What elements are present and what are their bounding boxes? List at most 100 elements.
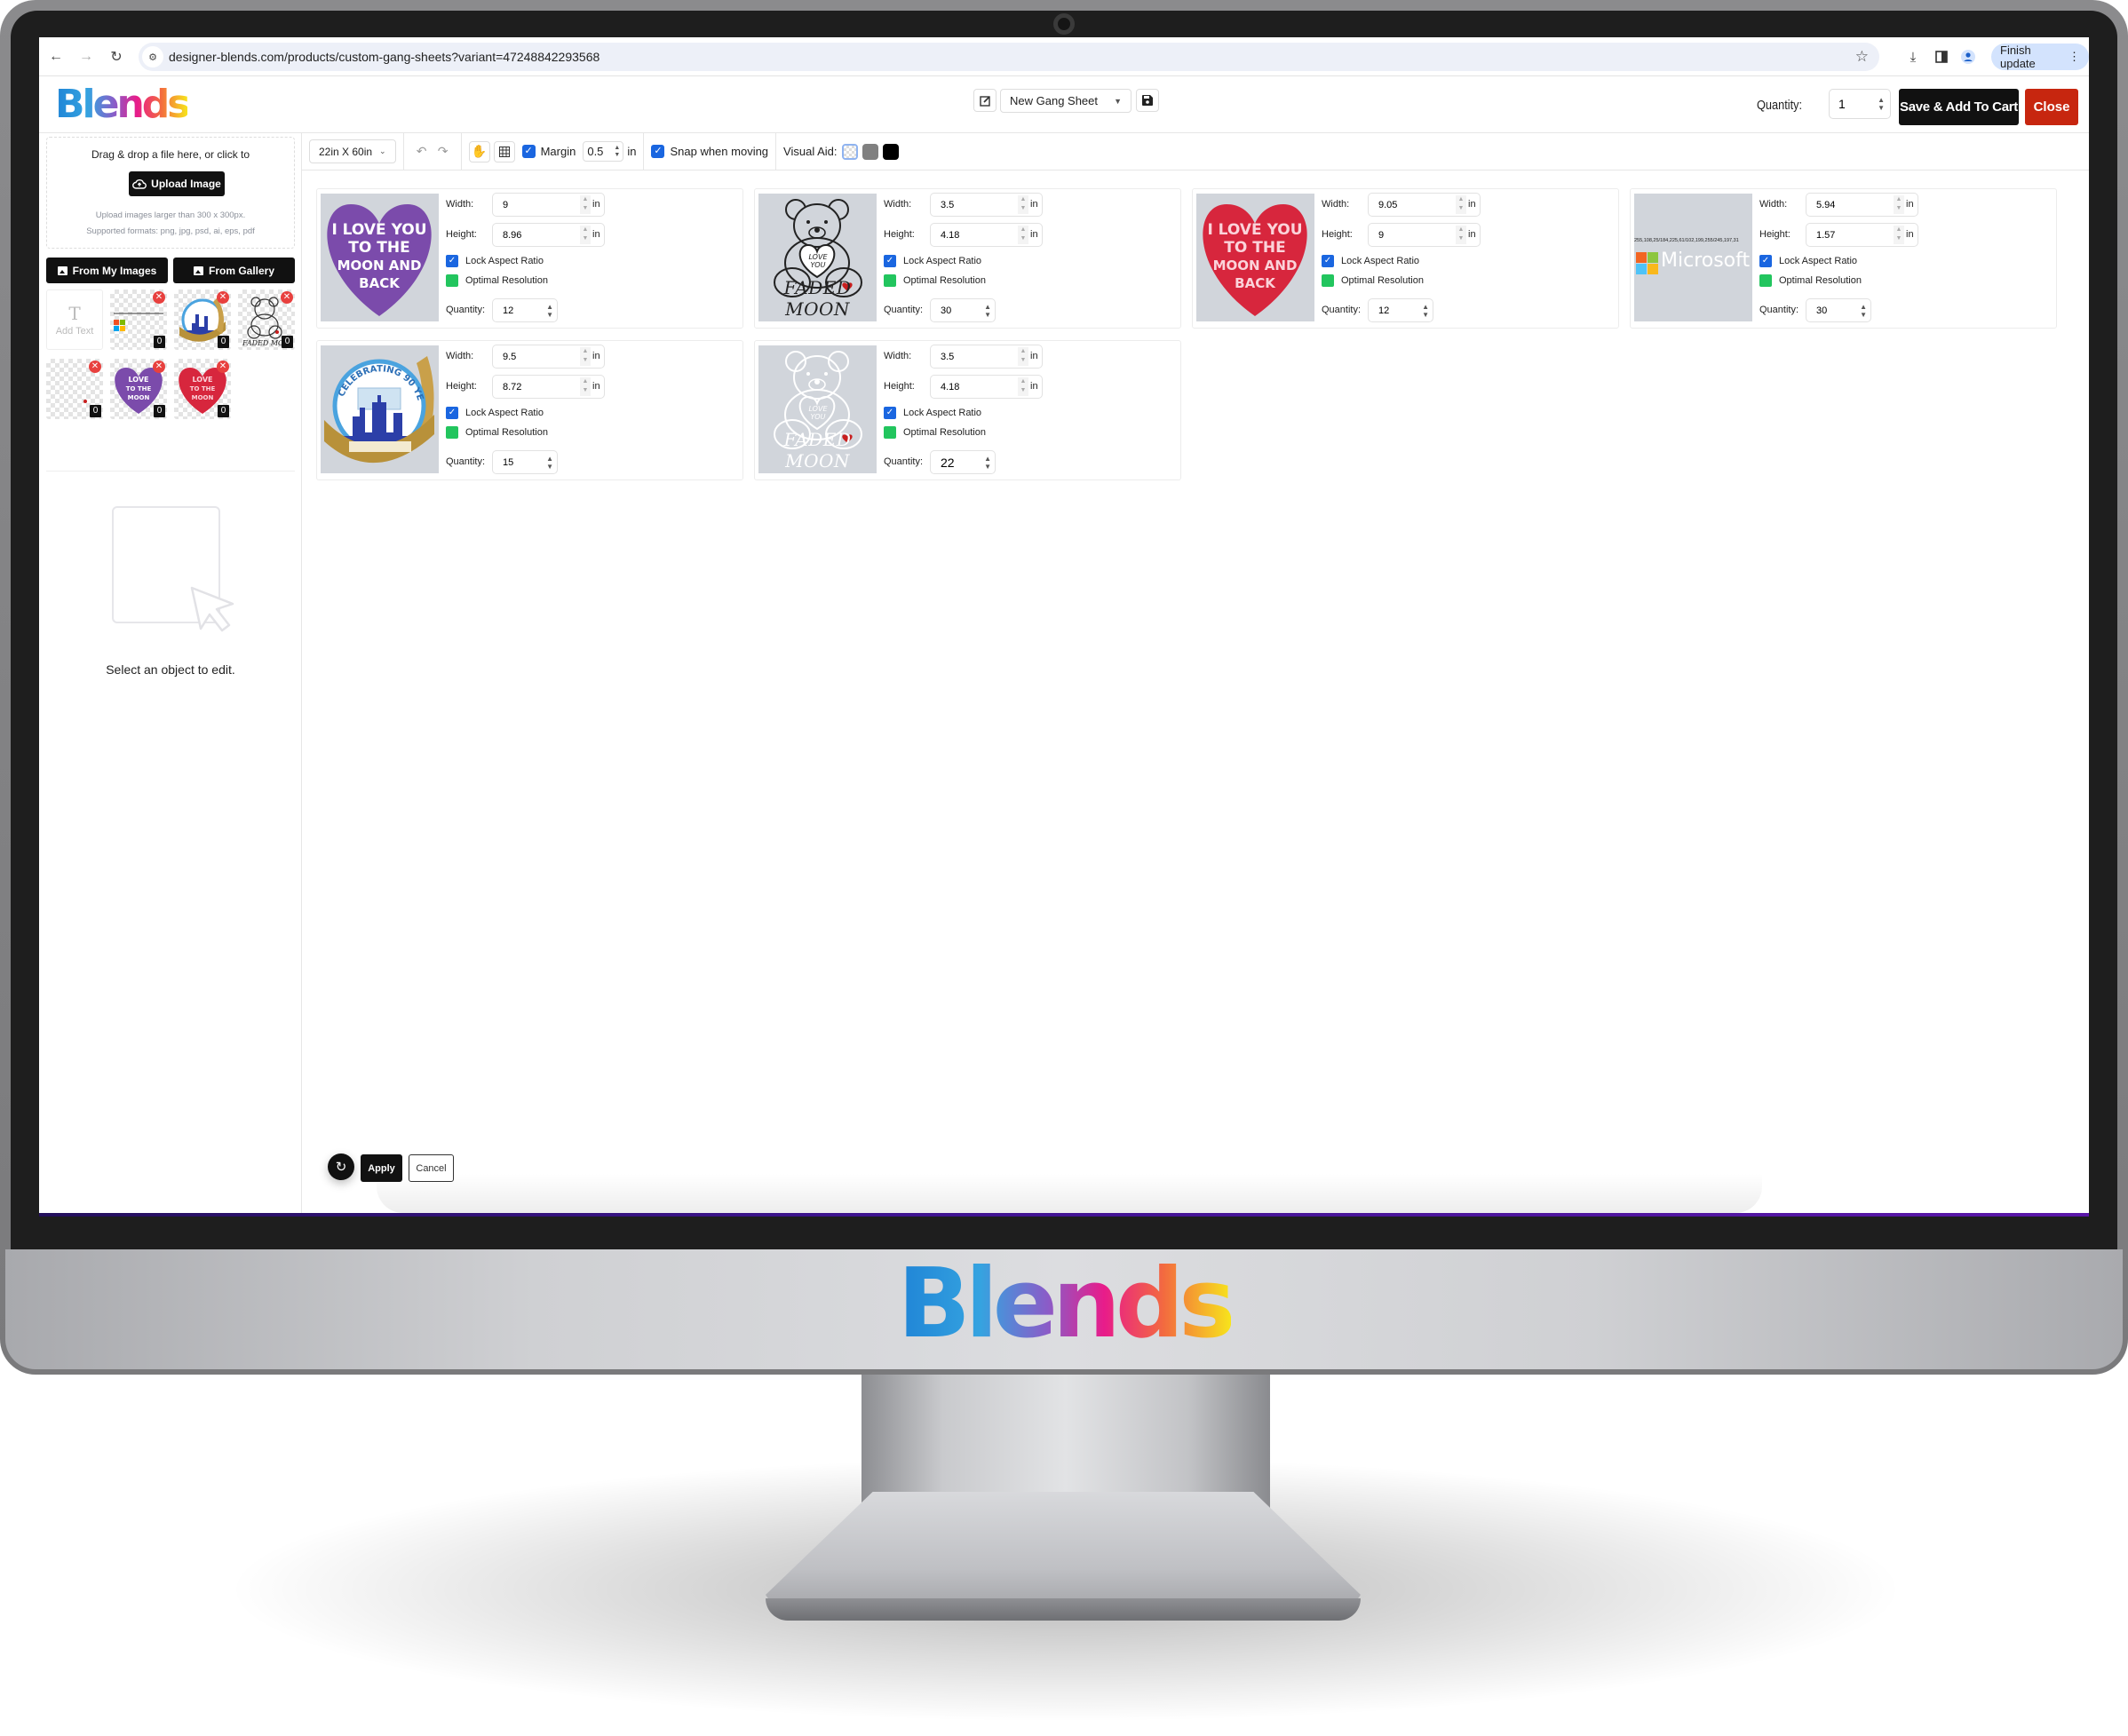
- quantity-stepper[interactable]: ▲ ▼: [1860, 303, 1867, 319]
- finish-update-button[interactable]: Finish update ⋮: [1991, 44, 2089, 70]
- quantity-stepper[interactable]: ▲ ▼: [546, 455, 553, 471]
- save-sheet-button[interactable]: [1136, 89, 1159, 112]
- lock-aspect-ratio-checkbox[interactable]: ✓ Lock Aspect Ratio: [884, 407, 981, 419]
- snap-checkbox[interactable]: ✓: [651, 145, 665, 158]
- width-input[interactable]: 9 ▲ ▼: [492, 193, 605, 217]
- width-stepper[interactable]: ▲ ▼: [1894, 195, 1904, 214]
- delete-image-icon[interactable]: ✕: [153, 291, 165, 304]
- reload-button[interactable]: ↻: [103, 44, 130, 70]
- image-preview[interactable]: LOVE YOU FADED MOON: [758, 345, 877, 473]
- thumbnail-love-you-heart-purple[interactable]: LOVE TO THE MOON ✕ 0: [110, 359, 167, 419]
- thumbnail-faded-moon-bear-white[interactable]: ✕ 0: [46, 359, 103, 419]
- url-text[interactable]: designer-blends.com/products/custom-gang…: [169, 50, 599, 64]
- delete-image-icon[interactable]: ✕: [281, 291, 293, 304]
- profile-avatar-icon[interactable]: [1957, 46, 1979, 67]
- width-input[interactable]: 9.05 ▲ ▼: [1368, 193, 1481, 217]
- address-bar[interactable]: ⚙ designer-blends.com/products/custom-ga…: [139, 43, 1879, 71]
- quantity-input[interactable]: 22 ▲ ▼: [930, 450, 996, 474]
- quantity-input[interactable]: 30 ▲ ▼: [1806, 298, 1871, 322]
- redo-button[interactable]: ↷: [433, 141, 454, 163]
- heart-line-4: BACK: [359, 275, 401, 291]
- sheet-quantity-input[interactable]: 1 ▲ ▼: [1829, 89, 1891, 119]
- close-button[interactable]: Close: [2025, 89, 2078, 125]
- image-preview[interactable]: LOVE YOU FADED MOON: [758, 194, 877, 321]
- download-icon[interactable]: ⤓: [1902, 46, 1924, 67]
- margin-input[interactable]: 0.5 ▲ ▼: [583, 141, 624, 162]
- add-text-button[interactable]: T Add Text: [46, 289, 103, 350]
- quantity-input[interactable]: 30 ▲ ▼: [930, 298, 996, 322]
- delete-image-icon[interactable]: ✕: [217, 361, 229, 373]
- upload-dropzone[interactable]: Drag & drop a file here, or click to Upl…: [46, 137, 295, 249]
- quantity-stepper[interactable]: ▲ ▼: [984, 303, 991, 319]
- height-input[interactable]: 8.96 ▲ ▼: [492, 223, 605, 247]
- height-input[interactable]: 1.57 ▲ ▼: [1806, 223, 1918, 247]
- blends-logo[interactable]: Blends: [55, 82, 190, 127]
- from-gallery-button[interactable]: From Gallery: [173, 258, 295, 283]
- image-preview[interactable]: 255,108,25/184,225,61/102,199,255/245,19…: [1634, 194, 1752, 321]
- height-stepper[interactable]: ▲ ▼: [1018, 226, 1028, 244]
- visual-aid-transparent-swatch[interactable]: [841, 143, 858, 160]
- side-panel-icon[interactable]: [1931, 46, 1952, 67]
- delete-image-icon[interactable]: ✕: [153, 361, 165, 373]
- height-input[interactable]: 4.18 ▲ ▼: [930, 375, 1043, 399]
- height-input[interactable]: 4.18 ▲ ▼: [930, 223, 1043, 247]
- margin-checkbox[interactable]: ✓: [521, 145, 536, 158]
- lock-aspect-ratio-checkbox[interactable]: ✓ Lock Aspect Ratio: [1759, 255, 1857, 267]
- width-input[interactable]: 3.5 ▲ ▼: [930, 193, 1043, 217]
- quantity-input[interactable]: 15 ▲ ▼: [492, 450, 558, 474]
- lock-aspect-ratio-checkbox[interactable]: ✓ Lock Aspect Ratio: [446, 407, 544, 419]
- height-input[interactable]: 8.72 ▲ ▼: [492, 375, 605, 399]
- lock-aspect-ratio-checkbox[interactable]: ✓ Lock Aspect Ratio: [446, 255, 544, 267]
- bookmark-star-icon[interactable]: ☆: [1855, 48, 1869, 66]
- cancel-button[interactable]: Cancel: [409, 1154, 454, 1182]
- delete-image-icon[interactable]: ✕: [89, 361, 101, 373]
- thumbnail-love-you-heart-red[interactable]: LOVE TO THE MOON ✕ 0: [174, 359, 231, 419]
- delete-image-icon[interactable]: ✕: [217, 291, 229, 304]
- save-add-to-cart-button[interactable]: Save & Add To Cart: [1899, 89, 2019, 125]
- rename-sheet-button[interactable]: [973, 89, 997, 112]
- width-stepper[interactable]: ▲ ▼: [1456, 195, 1466, 214]
- apply-button[interactable]: Apply: [361, 1154, 402, 1182]
- quantity-stepper[interactable]: ▲ ▼: [1878, 96, 1885, 112]
- width-stepper[interactable]: ▲ ▼: [580, 347, 591, 366]
- visual-aid-gray-swatch[interactable]: [862, 143, 878, 160]
- upload-image-button[interactable]: Upload Image: [129, 171, 225, 196]
- undo-button[interactable]: ↶: [411, 141, 433, 163]
- gang-sheet-select[interactable]: New Gang Sheet ▼: [1000, 89, 1131, 113]
- width-input[interactable]: 3.5 ▲ ▼: [930, 345, 1043, 369]
- sheet-size-select[interactable]: 22in X 60in ⌄: [309, 139, 396, 163]
- quantity-stepper[interactable]: ▲ ▼: [984, 455, 991, 471]
- height-stepper[interactable]: ▲ ▼: [1018, 377, 1028, 396]
- quantity-input[interactable]: 12 ▲ ▼: [492, 298, 558, 322]
- width-stepper[interactable]: ▲ ▼: [1018, 195, 1028, 214]
- height-stepper[interactable]: ▲ ▼: [580, 377, 591, 396]
- lock-aspect-ratio-checkbox[interactable]: ✓ Lock Aspect Ratio: [884, 255, 981, 267]
- quantity-stepper[interactable]: ▲ ▼: [1422, 303, 1429, 319]
- grid-toggle-button[interactable]: [493, 140, 515, 163]
- height-stepper[interactable]: ▲ ▼: [1456, 226, 1466, 244]
- image-preview[interactable]: I LOVE YOU TO THE MOON AND BACK: [321, 194, 439, 321]
- quantity-input[interactable]: 12 ▲ ▼: [1368, 298, 1433, 322]
- width-stepper[interactable]: ▲ ▼: [580, 195, 591, 214]
- height-stepper[interactable]: ▲ ▼: [1894, 226, 1904, 244]
- thumbnail-microsoft-logo[interactable]: ✕ 0: [110, 289, 167, 350]
- from-my-images-button[interactable]: From My Images: [46, 258, 168, 283]
- thumbnail-faded-moon-bear-black[interactable]: FADED MO ✕ 0: [238, 289, 295, 350]
- width-input[interactable]: 5.94 ▲ ▼: [1806, 193, 1918, 217]
- width-stepper[interactable]: ▲ ▼: [1018, 347, 1028, 366]
- height-stepper[interactable]: ▲ ▼: [580, 226, 591, 244]
- lock-aspect-ratio-checkbox[interactable]: ✓ Lock Aspect Ratio: [1322, 255, 1419, 267]
- forward-button[interactable]: →: [73, 44, 99, 70]
- pan-tool-button[interactable]: ✋: [468, 140, 490, 163]
- back-button[interactable]: ←: [43, 44, 69, 70]
- thumbnail-celebrating-90-years[interactable]: ✕ 0: [174, 289, 231, 350]
- margin-stepper[interactable]: ▲ ▼: [614, 145, 620, 159]
- width-input[interactable]: 9.5 ▲ ▼: [492, 345, 605, 369]
- image-preview[interactable]: CELEBRATING 90 YEARS: [321, 345, 439, 473]
- site-info-icon[interactable]: ⚙: [142, 46, 163, 67]
- reset-button[interactable]: ↻: [328, 1153, 354, 1180]
- image-preview[interactable]: I LOVE YOU TO THE MOON AND BACK: [1196, 194, 1314, 321]
- quantity-stepper[interactable]: ▲ ▼: [546, 303, 553, 319]
- height-input[interactable]: 9 ▲ ▼: [1368, 223, 1481, 247]
- visual-aid-black-swatch[interactable]: [882, 143, 899, 160]
